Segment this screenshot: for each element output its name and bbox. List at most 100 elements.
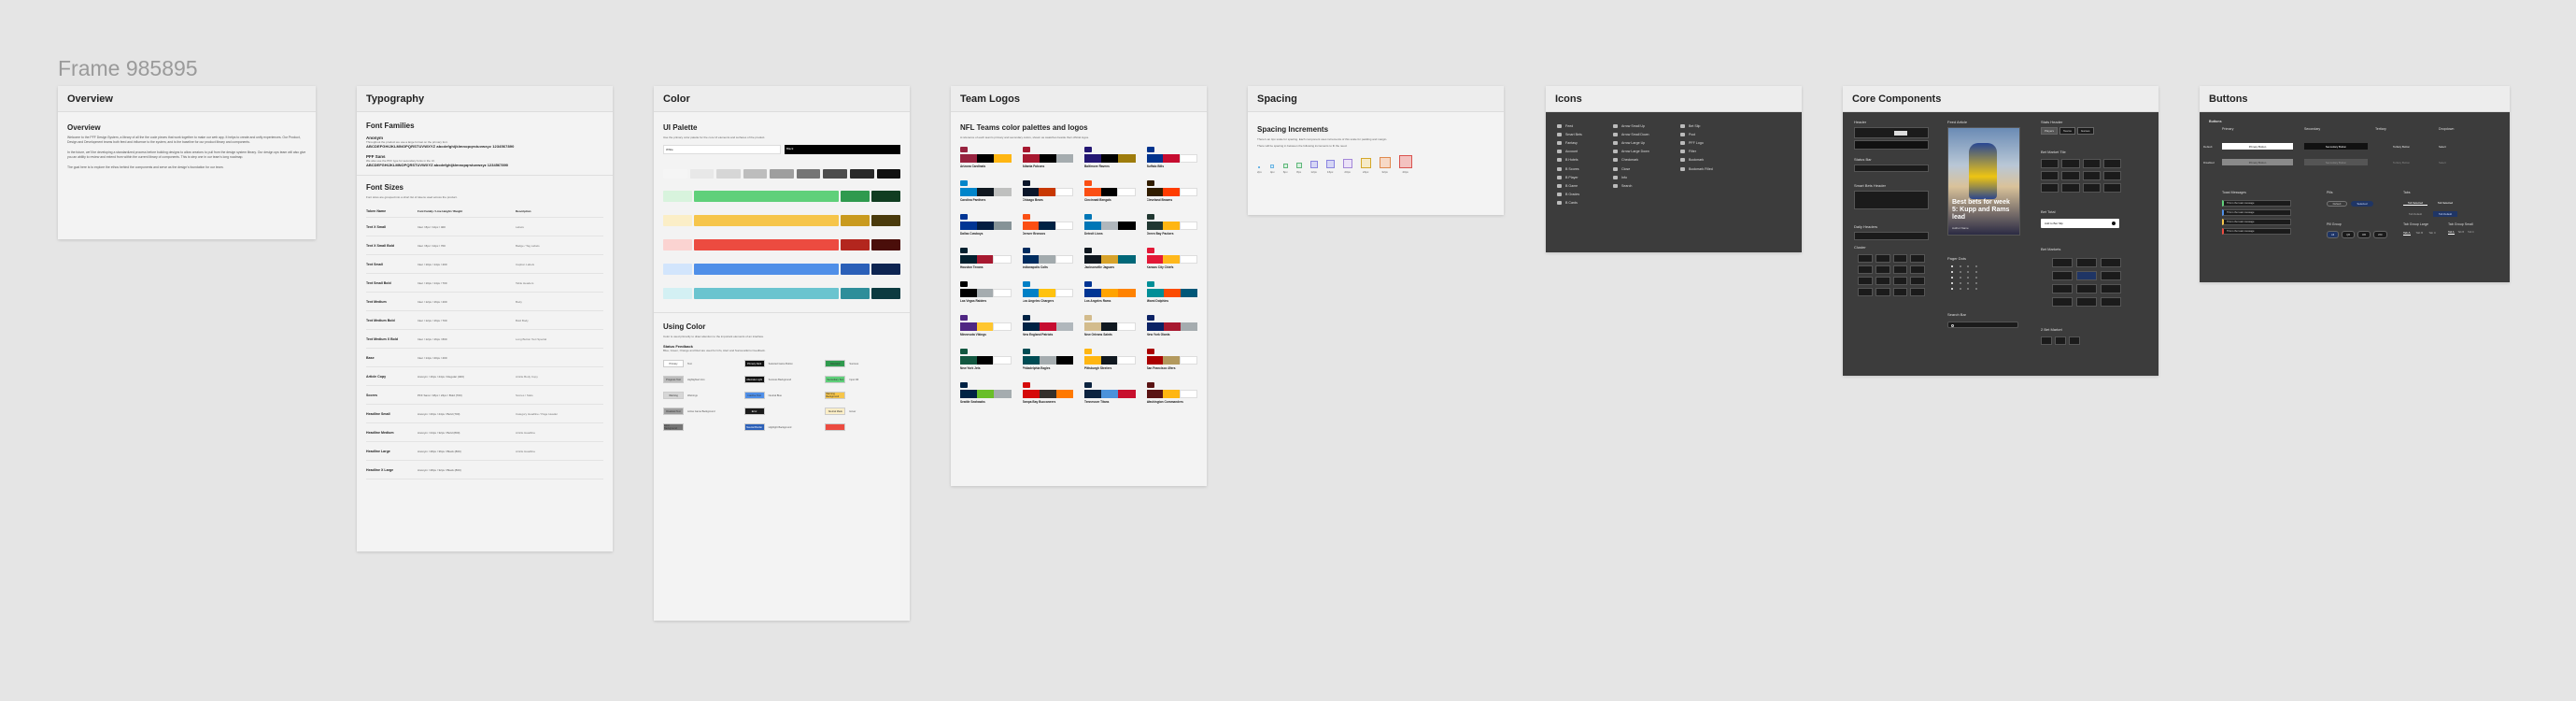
tertiary-button[interactable]: Tertiary Button — [2375, 143, 2427, 150]
bet-market-tile[interactable] — [2061, 171, 2080, 180]
header-component-variant[interactable] — [1854, 140, 1929, 150]
stats-tab[interactable]: Teams — [2059, 127, 2075, 135]
cluster-tile[interactable] — [1875, 265, 1890, 274]
pill-group-item[interactable]: All — [2327, 231, 2340, 238]
tab-group-small[interactable]: Tab A Tab B Tab C — [2448, 231, 2474, 235]
bet-market-tile[interactable] — [2041, 171, 2059, 180]
pager-dot[interactable] — [1959, 277, 1961, 279]
pager-dot[interactable] — [1967, 288, 1969, 290]
stats-tab[interactable]: Games — [2076, 127, 2094, 135]
pager-dot[interactable] — [1959, 265, 1961, 267]
cluster-tile[interactable] — [1858, 277, 1873, 285]
bet-option[interactable] — [2055, 336, 2066, 345]
bet-market-tile[interactable] — [2102, 183, 2121, 193]
pager-dot[interactable] — [1967, 265, 1969, 267]
pager-dot[interactable] — [1974, 271, 1977, 273]
tab-selected-alt[interactable]: Tab Selected — [2433, 200, 2457, 206]
bet-market-tiles[interactable] — [2041, 159, 2121, 193]
pill-default[interactable]: Default — [2327, 201, 2347, 207]
tab-selected[interactable]: Tab Selected — [2403, 200, 2427, 206]
tab-default[interactable]: Tab Default — [2403, 211, 2427, 217]
bet-market-cell[interactable] — [2052, 271, 2073, 280]
pager-dot[interactable] — [1951, 271, 1953, 273]
primary-button-disabled[interactable]: Primary Button — [2222, 159, 2293, 165]
secondary-button-disabled[interactable]: Secondary Button — [2304, 159, 2368, 165]
stats-header-tabs[interactable]: Players Teams Games — [2041, 127, 2094, 135]
tab-group-large-item[interactable]: Tab B — [2416, 231, 2424, 236]
bet-market-cell[interactable] — [2101, 297, 2121, 307]
two-bet-market[interactable] — [2041, 336, 2080, 345]
cluster-tile[interactable] — [1858, 254, 1873, 263]
cluster-tile[interactable] — [1892, 288, 1908, 296]
bet-market-cell[interactable] — [2052, 284, 2073, 293]
pager-dot[interactable] — [1974, 265, 1977, 267]
cluster-tile[interactable] — [1875, 254, 1890, 263]
bet-market-tile[interactable] — [2082, 183, 2101, 193]
pager-dot[interactable] — [1951, 277, 1953, 279]
cluster-tile[interactable] — [1892, 254, 1908, 263]
search-bar-component[interactable] — [1947, 322, 2018, 328]
cluster-tile[interactable] — [1875, 288, 1890, 296]
pager-dot[interactable] — [1959, 271, 1961, 273]
bet-markets-grid[interactable] — [2052, 258, 2121, 307]
cluster-tile[interactable] — [1892, 265, 1908, 274]
pager-dot[interactable] — [1951, 265, 1953, 267]
bet-market-tile[interactable] — [2102, 171, 2121, 180]
bet-option[interactable] — [2041, 336, 2052, 345]
pager-dot[interactable] — [1967, 282, 1969, 284]
tab-group-small-item[interactable]: Tab A — [2448, 231, 2455, 235]
bet-market-cell[interactable] — [2076, 284, 2097, 293]
cluster-tile[interactable] — [1910, 288, 1925, 296]
pager-dots-component[interactable] — [1951, 265, 1979, 290]
cluster-tile[interactable] — [1875, 277, 1890, 285]
pill-selected[interactable]: Selected — [2351, 201, 2373, 207]
pill-group-item[interactable]: QB — [2342, 231, 2356, 238]
bet-market-tile[interactable] — [2102, 159, 2121, 168]
bet-market-cell[interactable] — [2052, 258, 2073, 267]
cluster-tile[interactable] — [1910, 265, 1925, 274]
bet-market-tile[interactable] — [2041, 183, 2059, 193]
tertiary-button-disabled[interactable]: Tertiary Button — [2375, 159, 2427, 165]
cluster-tile[interactable] — [1858, 288, 1873, 296]
bet-market-cell[interactable] — [2076, 297, 2097, 307]
tab-group-large-item[interactable]: Tab A — [2403, 231, 2411, 236]
pager-dot[interactable] — [1967, 271, 1969, 273]
pager-dot[interactable] — [1974, 282, 1977, 284]
bet-market-cell[interactable] — [2101, 284, 2121, 293]
bet-market-tile[interactable] — [2082, 171, 2101, 180]
feed-article-card[interactable]: Best bets for week 5: Kupp and Rams lead… — [1947, 127, 2020, 236]
bet-market-cell[interactable] — [2101, 271, 2121, 280]
secondary-button[interactable]: Secondary Button — [2304, 143, 2368, 150]
bet-market-tile[interactable] — [2082, 159, 2101, 168]
bet-total-button[interactable]: Add to Bet Slip — [2041, 219, 2119, 228]
bet-market-cell[interactable] — [2076, 271, 2097, 280]
cluster-tile[interactable] — [1910, 277, 1925, 285]
cluster-tile[interactable] — [1910, 254, 1925, 263]
bet-market-tile[interactable] — [2041, 159, 2059, 168]
pager-dot[interactable] — [1959, 288, 1961, 290]
bet-market-cell[interactable] — [2076, 258, 2097, 267]
pill-group-item[interactable]: WR — [2373, 231, 2387, 238]
pill-group[interactable]: All QB RB WR — [2327, 231, 2387, 238]
pill-group-item[interactable]: RB — [2357, 231, 2371, 238]
bet-market-tile[interactable] — [2061, 183, 2080, 193]
bet-market-cell[interactable] — [2101, 258, 2121, 267]
pager-dot[interactable] — [1974, 288, 1977, 290]
dropdown-button[interactable]: Select — [2439, 143, 2472, 150]
dropdown-button-disabled[interactable]: Select — [2439, 159, 2472, 165]
cluster-tile[interactable] — [1858, 265, 1873, 274]
pager-dot[interactable] — [1959, 282, 1961, 284]
bet-market-tile[interactable] — [2061, 159, 2080, 168]
tab-group-large-item[interactable]: Tab C — [2428, 231, 2436, 236]
smart-bets-header-component[interactable] — [1854, 191, 1929, 209]
primary-button[interactable]: Primary Button — [2222, 143, 2293, 150]
pager-dot[interactable] — [1951, 288, 1953, 290]
bet-option[interactable] — [2069, 336, 2080, 345]
header-component[interactable] — [1854, 127, 1929, 138]
tab-group-small-item[interactable]: Tab B — [2458, 231, 2465, 235]
tab-group-large[interactable]: Tab A Tab B Tab C — [2403, 231, 2436, 236]
stats-tab[interactable]: Players — [2041, 127, 2059, 135]
tab-default-active[interactable]: Tab Default — [2433, 211, 2457, 217]
tab-group-small-item[interactable]: Tab C — [2468, 231, 2474, 235]
pager-dot[interactable] — [1951, 282, 1953, 284]
